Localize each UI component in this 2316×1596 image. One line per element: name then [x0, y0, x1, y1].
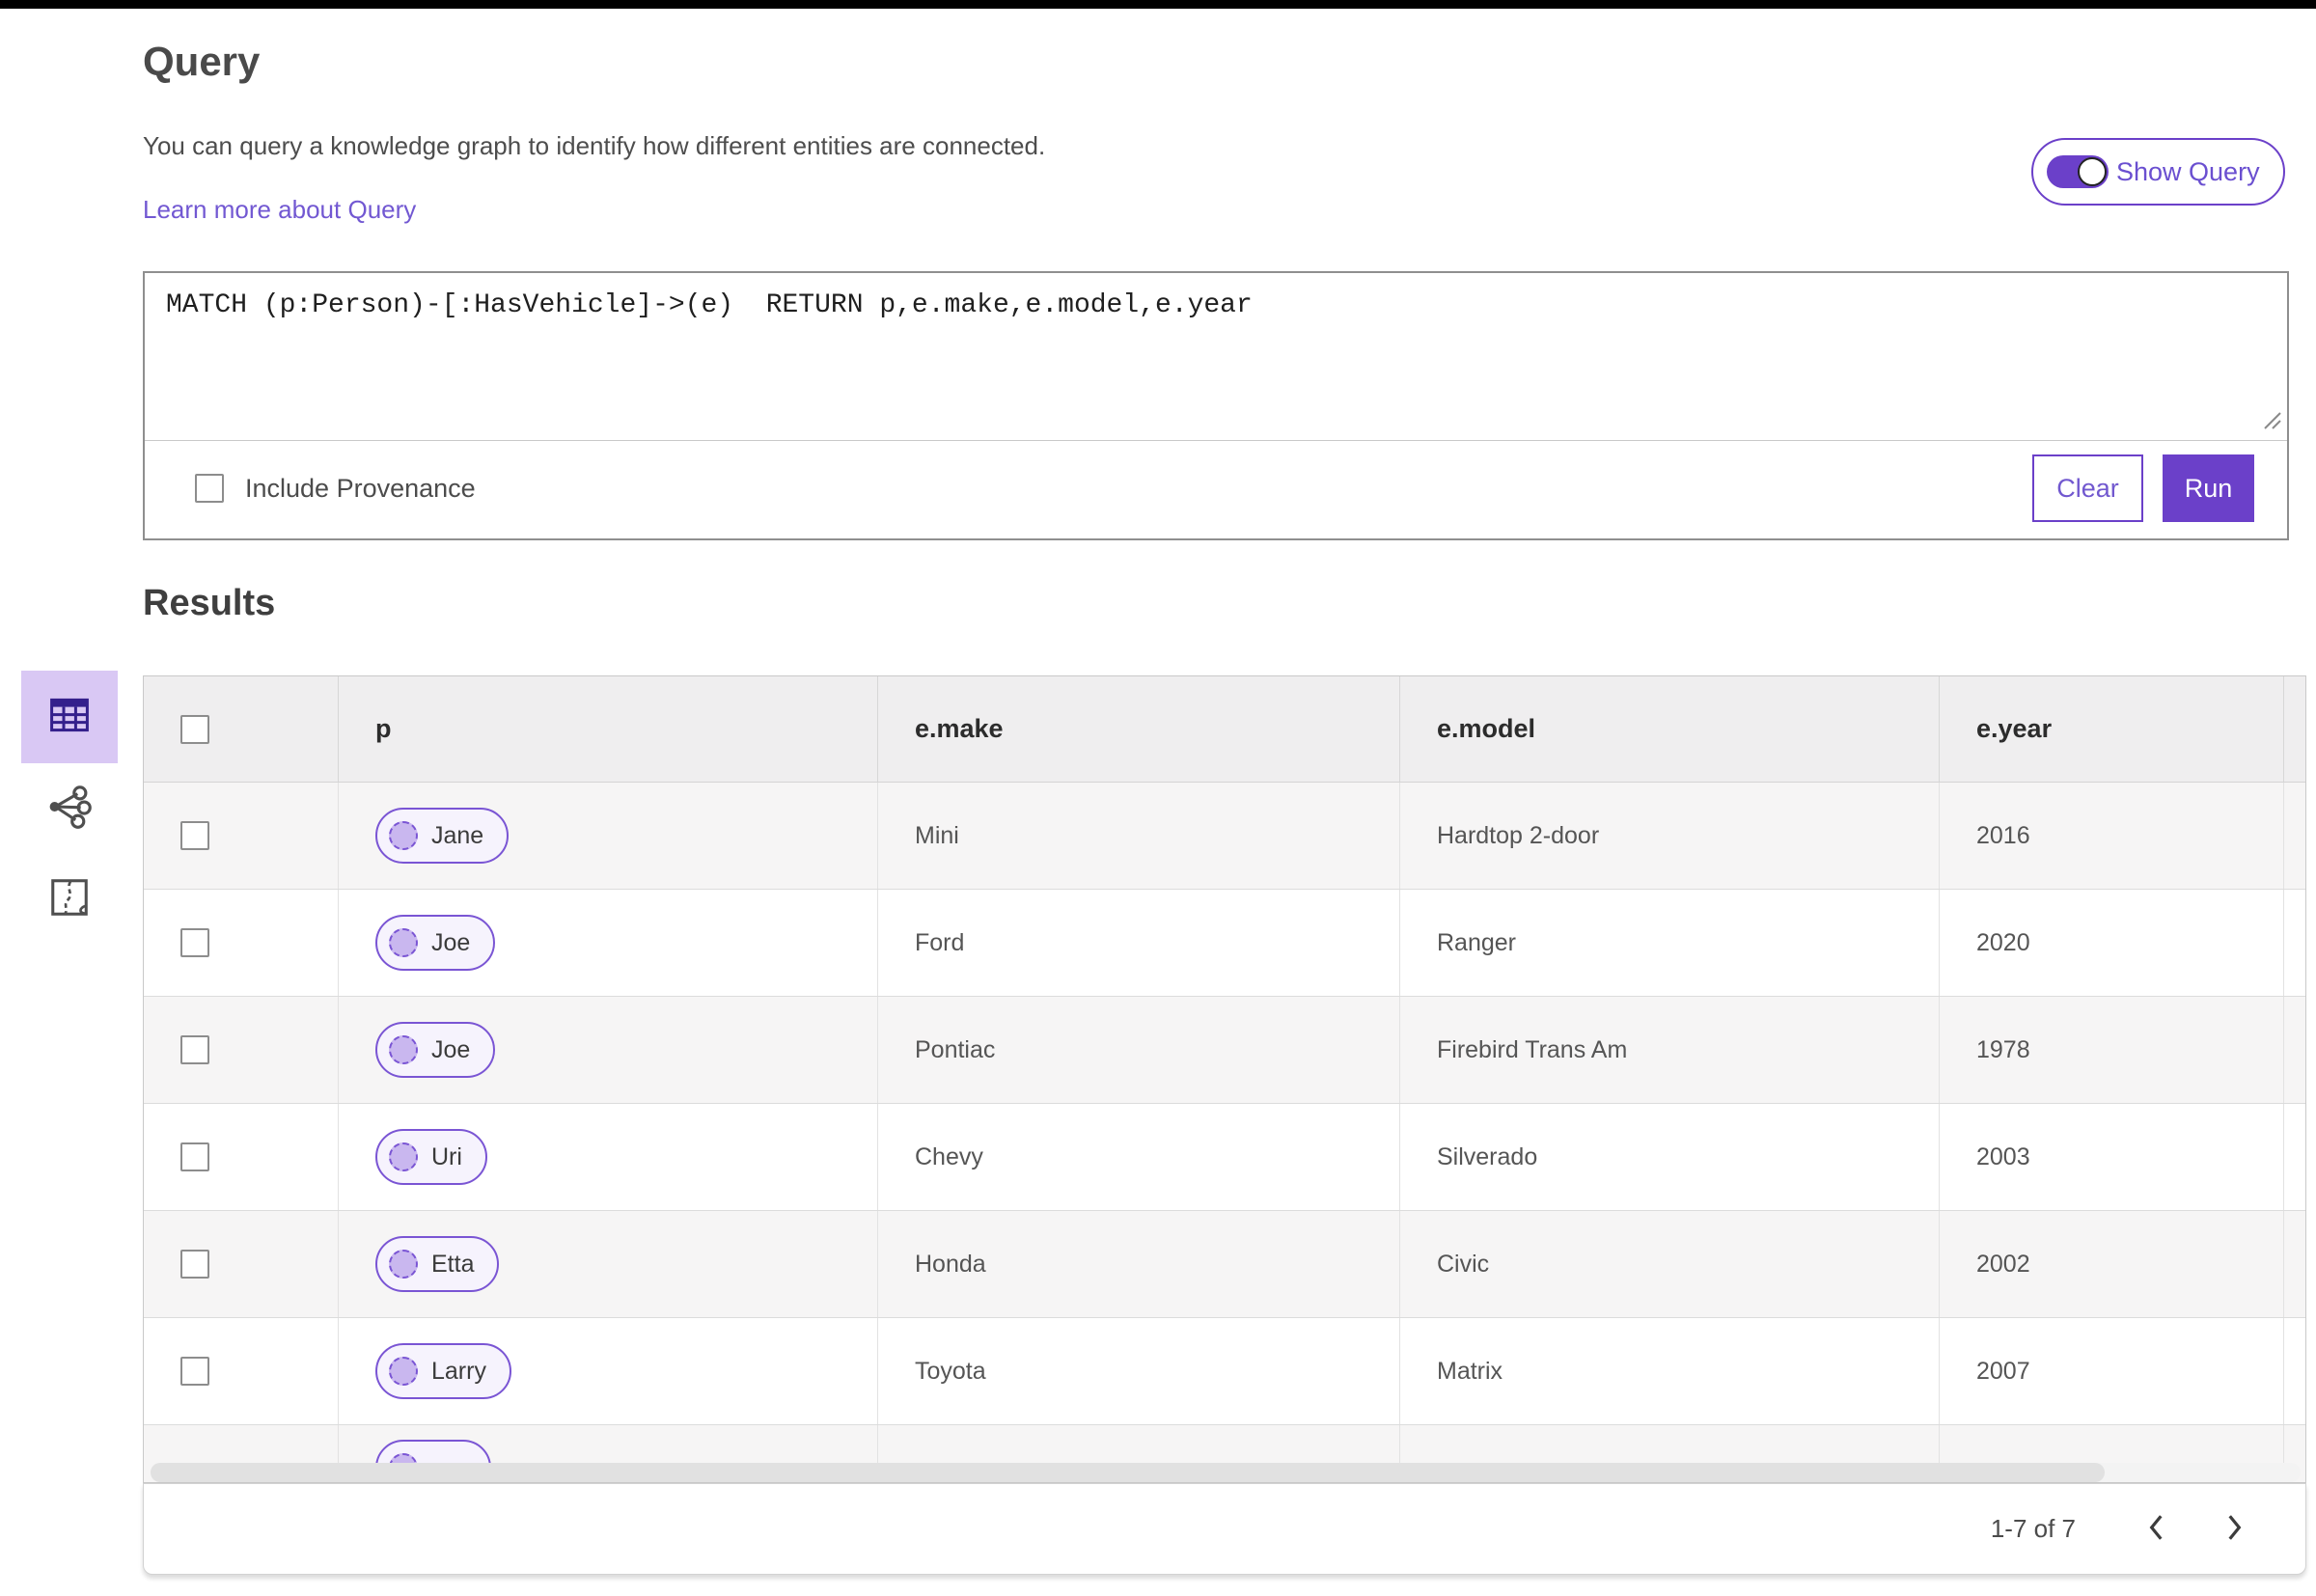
table-row[interactable]: Etta Honda Civic 2002: [144, 1211, 2305, 1318]
table-icon: [46, 692, 93, 743]
query-description: You can query a knowledge graph to ident…: [143, 131, 1046, 160]
cell-e-make: Pontiac: [878, 997, 1400, 1103]
column-header-p[interactable]: p: [339, 676, 878, 782]
chevron-right-icon: [2222, 1512, 2246, 1546]
entity-pill[interactable]: Jane: [375, 808, 510, 864]
entity-label: Larry: [431, 1357, 486, 1385]
chevron-left-icon: [2145, 1512, 2168, 1546]
cell-e-year: 1978: [1940, 997, 2284, 1103]
row-checkbox[interactable]: [180, 1142, 209, 1171]
cell-e-year: 2020: [1940, 890, 2284, 996]
show-query-toggle[interactable]: Show Query: [2031, 138, 2285, 206]
column-header-e-year[interactable]: e.year: [1940, 676, 2284, 782]
cell-e-model: Ranger: [1400, 890, 1940, 996]
cell-e-model: Firebird Trans Am: [1400, 997, 1940, 1103]
cell-e-model: Silverado: [1400, 1104, 1940, 1210]
results-title: Results: [143, 583, 276, 623]
toggle-on-icon[interactable]: [2047, 155, 2109, 188]
tab-map-view[interactable]: [44, 874, 95, 924]
cell-e-model: Hardtop 2-door: [1400, 783, 1940, 889]
include-provenance-label: Include Provenance: [245, 473, 476, 503]
page-title: Query: [143, 39, 261, 84]
show-query-label: Show Query: [2116, 156, 2260, 186]
cell-e-make: Honda: [878, 1211, 1400, 1317]
map-icon: [47, 875, 92, 924]
top-black-bar: [0, 0, 2316, 9]
table-row[interactable]: Uri Chevy Silverado 2003: [144, 1104, 2305, 1211]
pagination-range-label: 1-7 of 7: [1990, 1514, 2076, 1543]
clear-button[interactable]: Clear: [2032, 454, 2143, 522]
entity-label: Joe: [431, 1035, 471, 1063]
cell-e-model: Matrix: [1400, 1318, 1940, 1424]
table-row[interactable]: Joe Ford Ranger 2020: [144, 890, 2305, 997]
cell-e-make: Mini: [878, 783, 1400, 889]
horizontal-scrollbar[interactable]: [151, 1463, 2301, 1482]
resize-handle-icon[interactable]: [2257, 405, 2282, 435]
cell-e-year: 2007: [1940, 1318, 2284, 1424]
page: { "colors": { "accent_purple": "#6b40c9"…: [0, 0, 2316, 1596]
tab-table-view[interactable]: [21, 671, 118, 763]
query-input[interactable]: MATCH (p:Person)-[:HasVehicle]->(e) RETU…: [145, 273, 2287, 440]
row-checkbox[interactable]: [180, 1035, 209, 1064]
entity-pill[interactable]: Larry: [375, 1343, 511, 1399]
cell-e-model: Civic: [1400, 1211, 1940, 1317]
entity-pill[interactable]: Etta: [375, 1236, 500, 1292]
entity-label: Jane: [431, 821, 484, 849]
table-header-row: p e.make e.model e.year: [144, 676, 2305, 783]
entity-node-icon: [389, 1035, 418, 1064]
column-header-e-model[interactable]: e.model: [1400, 676, 1940, 782]
previous-page-button[interactable]: [2136, 1508, 2178, 1551]
select-all-checkbox[interactable]: [180, 714, 209, 744]
entity-label: Joe: [431, 928, 471, 956]
pagination-bar: 1-7 of 7: [143, 1483, 2306, 1575]
cell-e-year: 2002: [1940, 1211, 2284, 1317]
run-button[interactable]: Run: [2163, 454, 2254, 522]
results-table: p e.make e.model e.year Jane Mini Hardto…: [143, 675, 2306, 1483]
entity-node-icon: [389, 1250, 418, 1279]
next-page-button[interactable]: [2213, 1508, 2255, 1551]
table-row[interactable]: Jane Mini Hardtop 2-door 2016: [144, 783, 2305, 890]
entity-pill[interactable]: Uri: [375, 1129, 487, 1185]
row-checkbox[interactable]: [180, 1357, 209, 1386]
table-row[interactable]: Joe Pontiac Firebird Trans Am 1978: [144, 997, 2305, 1104]
row-checkbox[interactable]: [180, 928, 209, 957]
entity-label: Uri: [431, 1142, 462, 1170]
entity-pill[interactable]: Joe: [375, 915, 496, 971]
entity-node-icon: [389, 928, 418, 957]
include-provenance-control[interactable]: Include Provenance: [195, 474, 476, 504]
cell-e-make: Ford: [878, 890, 1400, 996]
query-editor-panel: MATCH (p:Person)-[:HasVehicle]->(e) RETU…: [143, 271, 2289, 540]
entity-node-icon: [389, 1142, 418, 1171]
tab-link-chart-view[interactable]: [44, 784, 95, 834]
cell-e-make: Toyota: [878, 1318, 1400, 1424]
entity-label: Etta: [431, 1250, 475, 1278]
entity-node-icon: [389, 821, 418, 850]
column-header-e-make[interactable]: e.make: [878, 676, 1400, 782]
query-editor: MATCH (p:Person)-[:HasVehicle]->(e) RETU…: [145, 273, 2287, 441]
horizontal-scrollbar-thumb[interactable]: [151, 1463, 2105, 1482]
entity-pill[interactable]: Joe: [375, 1022, 496, 1078]
cell-e-year: 2016: [1940, 783, 2284, 889]
table-row[interactable]: Larry Toyota Matrix 2007: [144, 1318, 2305, 1425]
link-chart-icon: [45, 783, 94, 836]
learn-more-link[interactable]: Learn more about Query: [143, 195, 416, 225]
query-actions-bar: Include Provenance Clear Run: [145, 438, 2287, 538]
entity-node-icon: [389, 1357, 418, 1386]
cell-e-year: 2003: [1940, 1104, 2284, 1210]
cell-e-make: Chevy: [878, 1104, 1400, 1210]
row-checkbox[interactable]: [180, 1250, 209, 1279]
include-provenance-checkbox[interactable]: [195, 474, 224, 503]
row-checkbox[interactable]: [180, 821, 209, 850]
